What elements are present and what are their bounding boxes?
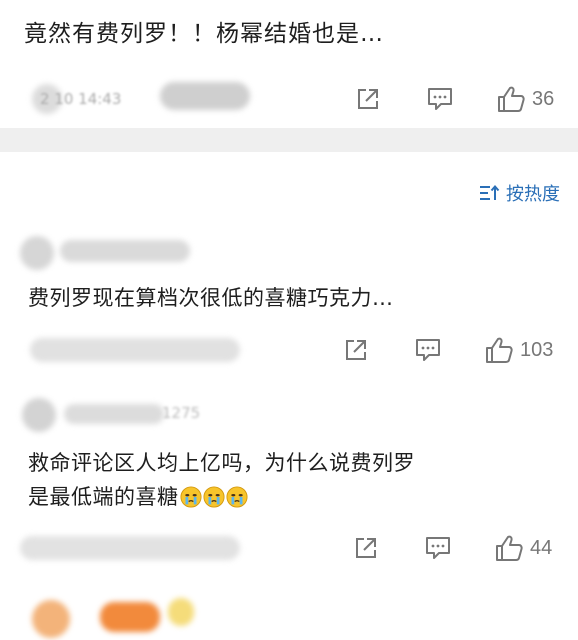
- thumbs-up-icon: [486, 337, 513, 363]
- blurred-badge: [168, 598, 194, 626]
- comment-text: 费列罗现在算档次很低的喜糖巧克力…: [28, 281, 394, 315]
- crying-face-emoji-icon: [202, 486, 225, 508]
- blurred-meta: [160, 82, 250, 110]
- blurred-meta: [20, 536, 240, 560]
- sort-icon: [480, 184, 500, 200]
- like-count: 103: [520, 338, 554, 361]
- comment-button[interactable]: [426, 86, 454, 112]
- comment-button[interactable]: [414, 337, 442, 363]
- comment-icon: [428, 88, 452, 110]
- crying-face-emoji-icon: [179, 486, 202, 508]
- comment-icon: [416, 339, 440, 361]
- post-text: 竟然有费列罗！！杨幂结婚也是…: [24, 21, 384, 47]
- thumbs-up-icon: [496, 535, 523, 561]
- blurred-avatar: [32, 600, 70, 638]
- blurred-avatar: [20, 236, 54, 270]
- blurred-username: [100, 602, 160, 632]
- sort-by-hot-button[interactable]: 按热度: [479, 180, 560, 206]
- comment-text: 救命评论区人均上亿吗，为什么说费列罗 是最低端的喜糖: [28, 446, 415, 514]
- like-count: 44: [530, 536, 553, 559]
- comment-button[interactable]: [424, 535, 452, 561]
- blurred-username: [60, 240, 190, 262]
- blurred-username: [64, 404, 164, 424]
- comment-icon: [426, 537, 450, 559]
- comment-line: 救命评论区人均上亿吗，为什么说费列罗: [28, 451, 415, 475]
- share-icon: [356, 538, 376, 558]
- like-button[interactable]: 103: [484, 335, 553, 365]
- like-count: 36: [532, 87, 555, 110]
- share-button[interactable]: [355, 86, 381, 112]
- crying-face-emoji-icon: [225, 486, 248, 508]
- section-divider: [0, 128, 578, 152]
- share-icon: [346, 340, 366, 360]
- comment-author-fragment: 1275: [162, 404, 201, 422]
- like-button[interactable]: 36: [496, 84, 554, 114]
- thumbs-up-icon: [498, 86, 525, 112]
- sort-label: 按热度: [506, 184, 560, 205]
- post-meta-time: 2 10 14:43: [40, 90, 122, 108]
- comment-line: 费列罗现在算档次很低的喜糖巧克力…: [28, 286, 394, 310]
- share-button[interactable]: [353, 535, 379, 561]
- comment-line: 是最低端的喜糖: [28, 485, 179, 509]
- blurred-avatar: [22, 398, 56, 432]
- post-card: 竟然有费列罗！！杨幂结婚也是… 2 10 14:43 36: [0, 0, 578, 128]
- like-button[interactable]: 44: [494, 533, 552, 563]
- blurred-meta: [30, 338, 240, 362]
- share-button[interactable]: [343, 337, 369, 363]
- share-icon: [358, 89, 378, 109]
